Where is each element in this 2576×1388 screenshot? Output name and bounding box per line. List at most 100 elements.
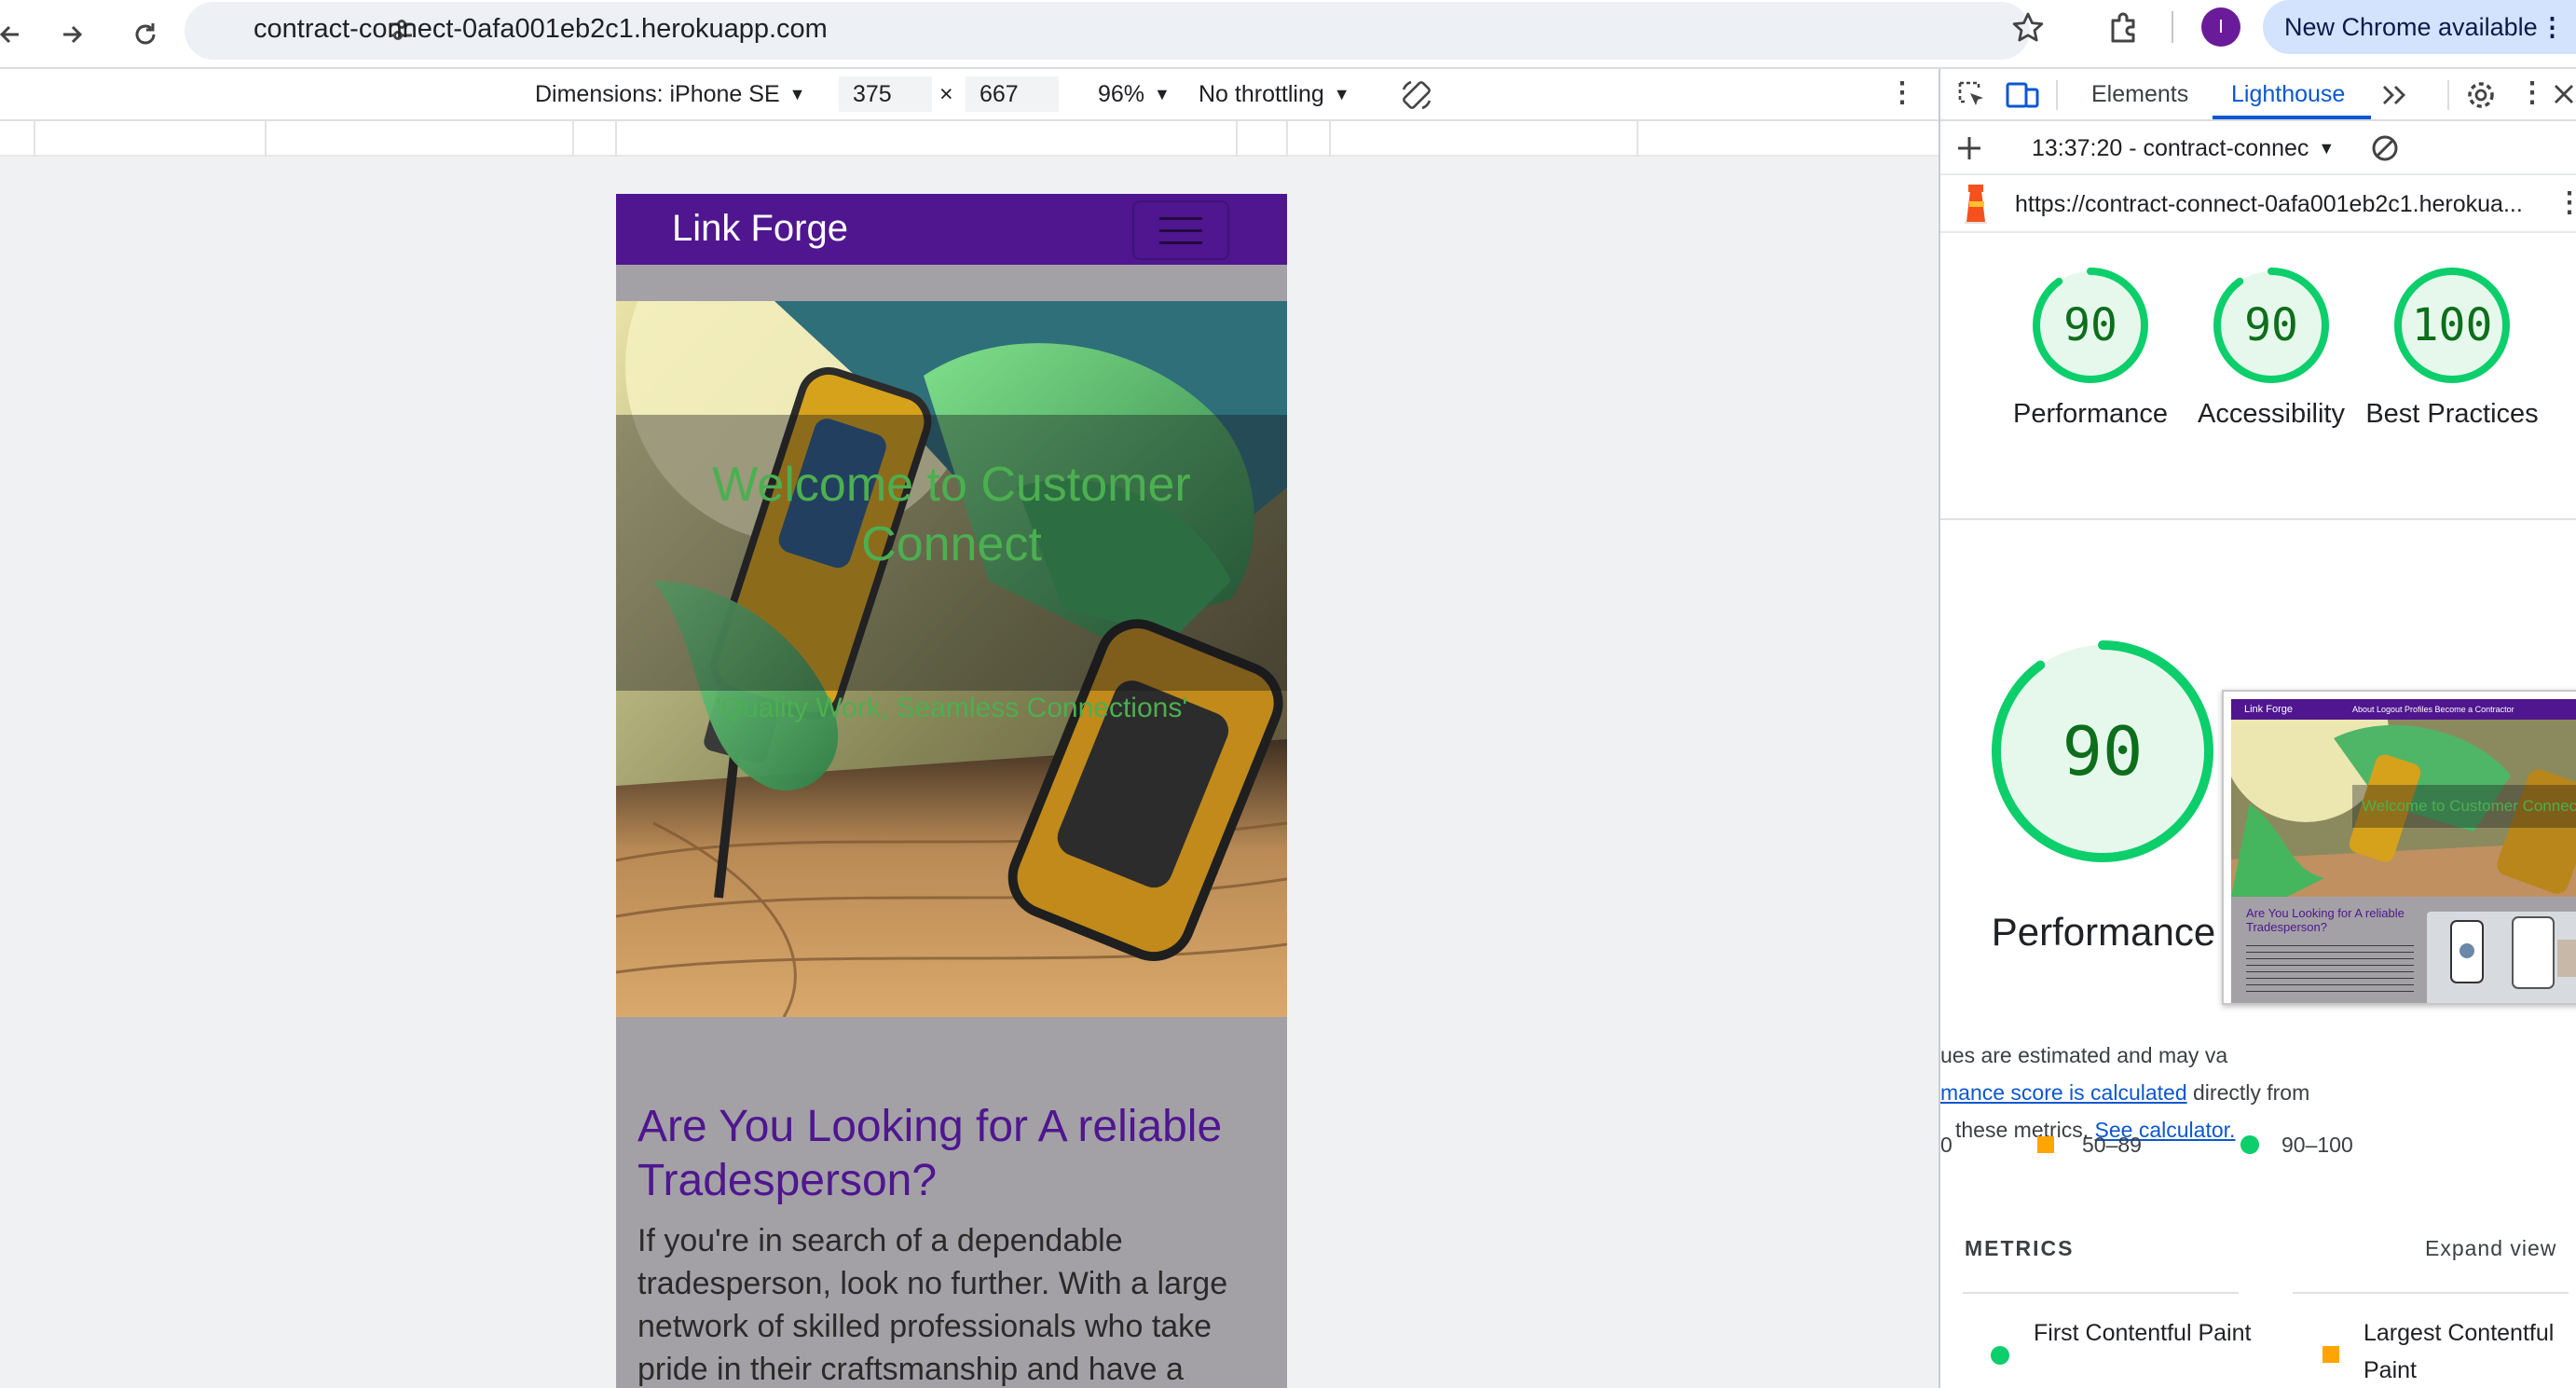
estimate-note-text: ues are estimated and may va xyxy=(1940,1043,2228,1067)
dimensions-label: Dimensions: iPhone SE xyxy=(535,81,780,107)
new-report-plus-icon[interactable] xyxy=(1953,132,1985,164)
section-divider xyxy=(1940,518,2576,520)
legend-pass-range: 90–100 xyxy=(2281,1133,2353,1157)
new-chrome-available-button[interactable]: New Chrome available ⋮ xyxy=(2263,0,2576,54)
throttling-value: No throttling xyxy=(1199,81,1324,107)
thumb-section-title: Are You Looking for A reliable Tradesper… xyxy=(2246,906,2405,934)
caret-down-icon: ▼ xyxy=(2318,139,2336,158)
legend-pass-circle-icon xyxy=(2240,1135,2259,1154)
thumb-nav-links: About Logout Profiles Become a Contracto… xyxy=(2352,705,2514,714)
device-viewport: Link Forge Welcome to Customer Connect '… xyxy=(0,157,1939,1388)
close-devtools-icon[interactable] xyxy=(2550,80,2576,108)
metric-divider xyxy=(2293,1292,2569,1294)
score-label: Best Practices xyxy=(2365,399,2539,429)
bookmark-star-icon[interactable] xyxy=(2009,9,2047,47)
update-label: New Chrome available xyxy=(2284,13,2538,41)
toolbar-divider xyxy=(2172,11,2173,43)
report-time-label: 13:37:20 - contract-connec xyxy=(2032,135,2309,161)
legend-low-fragment: 0 xyxy=(1940,1133,1953,1157)
section-paragraph: If you're in search of a dependable trad… xyxy=(637,1223,1228,1387)
metric-average-square-icon xyxy=(2323,1346,2339,1363)
extensions-icon[interactable] xyxy=(2104,7,2144,47)
dimension-separator: × xyxy=(939,81,953,107)
report-dropdown[interactable]: 13:37:20 - contract-connec ▼ xyxy=(2032,132,2335,164)
metric-pass-circle-icon xyxy=(1991,1346,2009,1365)
score-calc-note: mance score is calculated directly from xyxy=(1940,1074,2309,1111)
metric-divider xyxy=(1963,1292,2239,1294)
chrome-menu-icon[interactable]: ⋮ xyxy=(2540,0,2565,54)
device-toolbar-more-icon[interactable]: ⋮ xyxy=(1888,76,1916,110)
score-label: Performance xyxy=(2012,399,2168,429)
score-calculated-link[interactable]: mance score is calculated xyxy=(1940,1080,2187,1105)
thumb-hero: Welcome to Customer Connect xyxy=(2231,720,2576,897)
devtools-panel: Elements Lighthouse ⋮ 13:37:20 - contrac… xyxy=(1939,69,2576,1388)
score-value: 90 xyxy=(2244,299,2298,351)
width-input[interactable]: 375 xyxy=(839,76,932,112)
hero-subtitle: 'Quality Work, Seamless Connections' xyxy=(715,693,1188,723)
device-toggle-icon[interactable] xyxy=(2004,78,2041,112)
reload-icon[interactable] xyxy=(122,11,169,58)
caret-down-icon: ▼ xyxy=(1154,85,1171,103)
tab-divider xyxy=(2447,80,2449,110)
estimate-note: ues are estimated and may va xyxy=(1940,1037,2227,1074)
height-input[interactable]: 667 xyxy=(966,76,1059,112)
metric-largest-contentful-paint: Largest Contentful Paint xyxy=(2364,1320,2555,1383)
calculator-note-text: these metrics. xyxy=(1955,1118,2090,1142)
device-toolbar: Dimensions: iPhone SE ▼ 375 × 667 96% ▼ No… xyxy=(0,69,1939,121)
legend-average-square-icon xyxy=(2037,1136,2054,1153)
throttling-dropdown[interactable]: No throttling ▼ xyxy=(1199,78,1350,110)
thumb-brand: Link Forge xyxy=(2244,704,2293,715)
clear-reports-icon[interactable] xyxy=(2369,132,2401,164)
caret-down-icon: ▼ xyxy=(788,85,806,103)
score-value: 90 xyxy=(2063,299,2117,351)
performance-score-large: 90 xyxy=(2062,712,2144,790)
zoom-dropdown[interactable]: 96% ▼ xyxy=(1098,78,1171,110)
score-gauge-performance[interactable]: 90 xyxy=(2030,265,2151,386)
zoom-value: 96% xyxy=(1098,81,1145,107)
score-gauge-best-practices[interactable]: 100 xyxy=(2391,265,2513,386)
section-heading: Are You Looking for A reliable Tradesper… xyxy=(637,1102,1223,1205)
metric-first-contentful-paint: First Contentful Paint xyxy=(2034,1320,2252,1346)
emulated-page: Link Forge Welcome to Customer Connect '… xyxy=(616,194,1287,1388)
caret-down-icon: ▼ xyxy=(1333,85,1350,103)
devtools-more-icon[interactable]: ⋮ xyxy=(2518,76,2546,110)
report-menu-icon[interactable]: ⋮ xyxy=(2555,186,2576,220)
performance-title: Performance xyxy=(1991,910,2216,954)
forward-icon[interactable] xyxy=(48,11,95,58)
expand-view-toggle[interactable]: Expand view xyxy=(2425,1236,2556,1261)
profile-avatar[interactable]: I xyxy=(2201,7,2240,47)
devtools-tab-bar: Elements Lighthouse ⋮ xyxy=(1940,69,2576,121)
thumb-phone-illustration xyxy=(2427,912,2576,1003)
score-value: 100 xyxy=(2411,299,2493,351)
hamburger-menu-icon[interactable] xyxy=(1132,200,1229,260)
legend-average-range: 50–89 xyxy=(2082,1133,2142,1157)
device-dimensions-dropdown[interactable]: Dimensions: iPhone SE ▼ xyxy=(535,78,805,110)
browser-toolbar: contract-connect-0afa001eb2c1.herokuapp.… xyxy=(0,0,2576,69)
report-url: https://contract-connect-0afa001eb2c1.he… xyxy=(2015,191,2523,217)
final-screenshot-thumbnail[interactable]: Link Forge About Logout Profiles Become … xyxy=(2222,690,2576,1005)
active-tab-indicator xyxy=(2213,116,2371,119)
thumb-navbar: Link Forge About Logout Profiles Become … xyxy=(2231,699,2576,720)
tab-elements[interactable]: Elements xyxy=(2091,78,2188,110)
hero-title: Welcome to Customer Connect xyxy=(712,458,1191,571)
media-query-ruler xyxy=(0,121,1939,157)
lighthouse-logo-icon xyxy=(1961,185,1991,224)
score-label: Accessibility xyxy=(2198,399,2345,429)
score-calc-note-text: directly from xyxy=(2186,1080,2310,1105)
url-text: contract-connect-0afa001eb2c1.herokuapp.… xyxy=(253,14,828,44)
metrics-heading: METRICS xyxy=(1965,1236,2075,1260)
tab-lighthouse[interactable]: Lighthouse xyxy=(2231,78,2345,110)
rotate-icon[interactable] xyxy=(1398,76,1435,114)
tab-divider xyxy=(2056,80,2058,110)
score-gauge-accessibility[interactable]: 90 xyxy=(2211,265,2332,386)
report-url-row: https://contract-connect-0afa001eb2c1.he… xyxy=(1940,175,2576,233)
site-navbar: Link Forge xyxy=(616,194,1287,265)
thumb-hero-text: Welcome to Customer Connect xyxy=(2362,797,2576,815)
browser-window: { "browser": { "url": "contract-connect-… xyxy=(0,0,2576,1388)
site-brand-link[interactable]: Link Forge xyxy=(672,205,848,252)
settings-gear-icon[interactable] xyxy=(2464,78,2498,112)
address-bar[interactable]: contract-connect-0afa001eb2c1.herokuapp.… xyxy=(185,2,2044,60)
inspect-element-icon[interactable] xyxy=(1955,78,1989,112)
more-tabs-icon[interactable] xyxy=(2378,80,2410,110)
back-icon[interactable] xyxy=(0,11,34,58)
